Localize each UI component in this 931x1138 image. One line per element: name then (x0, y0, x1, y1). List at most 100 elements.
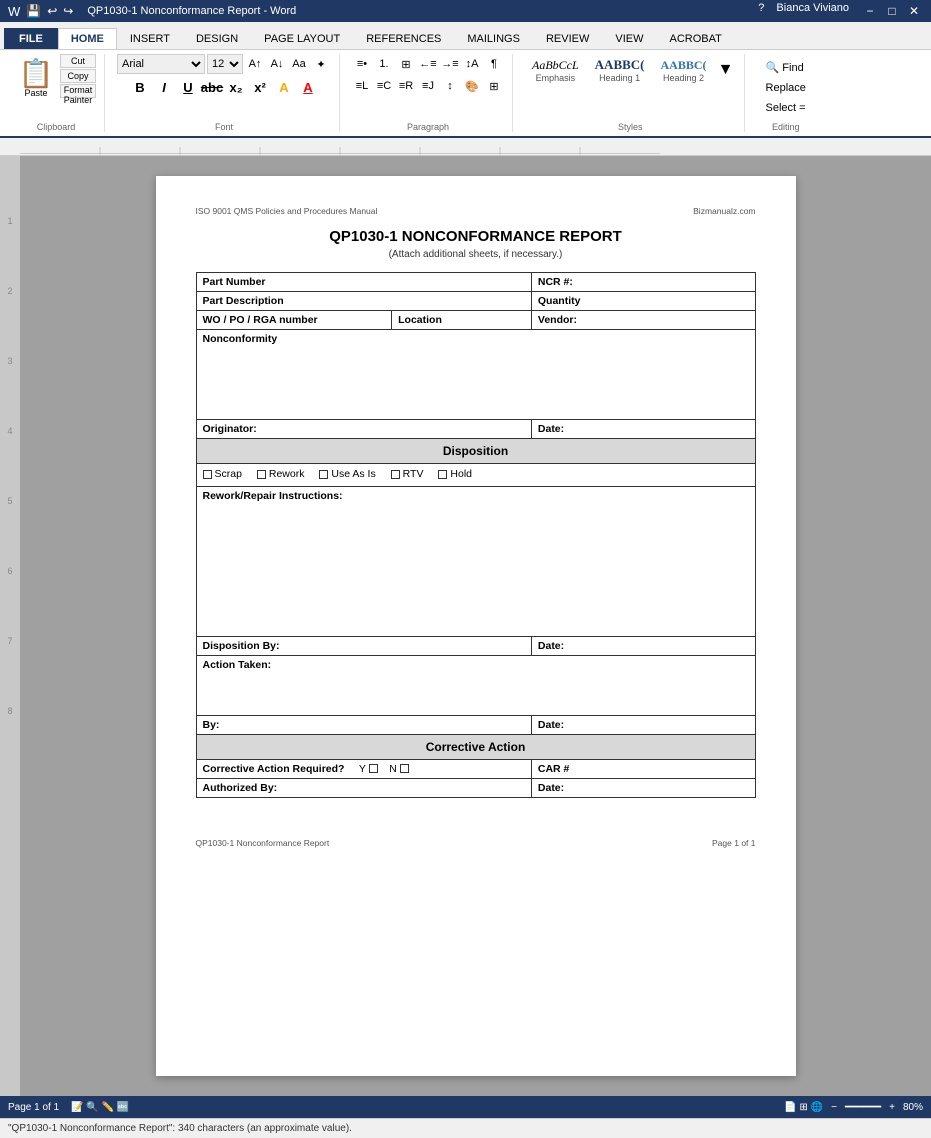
quantity-label: Quantity (531, 292, 755, 311)
tab-design[interactable]: DESIGN (183, 28, 251, 49)
style-heading1-preview: AABBC( (595, 57, 645, 73)
align-left-button[interactable]: ≡L (352, 76, 372, 96)
change-case-button[interactable]: Aa (289, 54, 309, 74)
subscript-button[interactable]: x₂ (225, 76, 247, 98)
no-checkbox[interactable] (400, 764, 409, 773)
italic-button[interactable]: I (153, 76, 175, 98)
format-painter-button[interactable]: Format Painter (60, 84, 96, 98)
font-family-select[interactable]: Arial (117, 54, 205, 74)
cut-button[interactable]: Cut (60, 54, 96, 68)
rework-checkbox[interactable] (257, 470, 266, 479)
close-button[interactable]: ✕ (905, 2, 923, 20)
title-text: QP1030-1 Nonconformance Report - Word (87, 5, 296, 17)
header-right: Bizmanualz.com (693, 206, 755, 216)
help-icon[interactable]: ? (758, 2, 764, 20)
yes-checkbox[interactable] (369, 764, 378, 773)
quick-access-save[interactable]: 💾 (26, 4, 41, 18)
tab-home[interactable]: HOME (58, 28, 117, 49)
vendor-label: Vendor: (531, 311, 755, 330)
scrap-checkbox[interactable] (203, 470, 212, 479)
quick-access-redo[interactable]: ↪ (63, 4, 73, 18)
table-row: Nonconformity (196, 330, 755, 420)
align-right-button[interactable]: ≡R (396, 76, 416, 96)
action-taken-label: Action Taken: (196, 655, 755, 715)
style-heading2-preview: AABBC( (661, 58, 707, 73)
style-heading1[interactable]: AABBC( Heading 1 (588, 54, 652, 86)
increase-indent-button[interactable]: →≡ (440, 54, 460, 74)
find-button[interactable]: 🔍 Find (757, 58, 815, 77)
clipboard-small-buttons: Cut Copy Format Painter (60, 54, 96, 104)
tab-pagelayout[interactable]: PAGE LAYOUT (251, 28, 353, 49)
line-spacing-button[interactable]: ↕ (440, 76, 460, 96)
borders-button[interactable]: ⊞ (484, 76, 504, 96)
corrective-action-header-row: Corrective Action (196, 734, 755, 759)
para-row-2: ≡L ≡C ≡R ≡J ↕ 🎨 ⊞ (352, 76, 504, 96)
style-emphasis[interactable]: AaBbCcL Emphasis (525, 55, 586, 86)
align-center-button[interactable]: ≡C (374, 76, 394, 96)
shrink-font-button[interactable]: A↓ (267, 54, 287, 74)
numbering-button[interactable]: 1. (374, 54, 394, 74)
ncr-label: NCR #: (531, 273, 755, 292)
paste-button[interactable]: 📋 Paste (16, 54, 56, 104)
strikethrough-button[interactable]: abc (201, 76, 223, 98)
word-count-bar: "QP1030-1 Nonconformance Report": 340 ch… (0, 1118, 931, 1138)
nonconformity-label: Nonconformity (196, 330, 755, 420)
checkboxes-row: Scrap Rework Use As Is RTV (196, 464, 755, 487)
ribbon-body: 📋 Paste Cut Copy Format Painter Clipboar… (0, 50, 931, 138)
page-footer: QP1030-1 Nonconformance Report Page 1 of… (196, 838, 756, 848)
tab-review[interactable]: REVIEW (533, 28, 602, 49)
part-number-label: Part Number (196, 273, 531, 292)
hold-label: Hold (450, 468, 472, 480)
multilevel-button[interactable]: ⊞ (396, 54, 416, 74)
hold-checkbox-item: Hold (438, 468, 472, 480)
copy-button[interactable]: Copy (60, 69, 96, 83)
font-size-select[interactable]: 12 (207, 54, 243, 74)
bold-button[interactable]: B (129, 76, 151, 98)
font-row-2: B I U abc x₂ x² A A (129, 76, 319, 98)
disposition-by-label: Disposition By: (196, 636, 531, 655)
font-color-button[interactable]: A (297, 76, 319, 98)
rtv-checkbox[interactable] (391, 470, 400, 479)
style-heading2[interactable]: AABBC( Heading 2 (654, 55, 714, 86)
replace-button[interactable]: Replace (757, 79, 815, 97)
superscript-button[interactable]: x² (249, 76, 271, 98)
sort-button[interactable]: ↕A (462, 54, 482, 74)
select-button[interactable]: Select = (757, 99, 815, 117)
zoom-slider[interactable]: ━━━━━━ (845, 1102, 881, 1113)
use-as-is-checkbox[interactable] (319, 470, 328, 479)
styles-scroll-button[interactable]: ▼ (716, 60, 736, 80)
corrective-required-cell: Corrective Action Required? Y N (196, 759, 531, 778)
word-logo-icon: W (8, 4, 20, 19)
maximize-button[interactable]: □ (883, 2, 901, 20)
page: ISO 9001 QMS Policies and Procedures Man… (156, 176, 796, 1076)
minimize-button[interactable]: − (861, 2, 879, 20)
clear-format-button[interactable]: ✦ (311, 54, 331, 74)
hold-checkbox[interactable] (438, 470, 447, 479)
zoom-minus-button[interactable]: − (831, 1102, 837, 1113)
tab-acrobat[interactable]: ACROBAT (656, 28, 734, 49)
styles-row: AaBbCcL Emphasis AABBC( Heading 1 AABBC(… (525, 54, 736, 86)
tab-references[interactable]: REFERENCES (353, 28, 454, 49)
footer-right: Page 1 of 1 (712, 838, 755, 848)
corrective-no: N (389, 763, 409, 775)
tab-view[interactable]: VIEW (602, 28, 656, 49)
tab-insert[interactable]: INSERT (117, 28, 183, 49)
originator-label: Originator: (196, 420, 531, 439)
style-heading1-label: Heading 1 (599, 73, 640, 83)
quick-access-undo[interactable]: ↩ (47, 4, 57, 18)
text-highlight-button[interactable]: A (273, 76, 295, 98)
show-hide-button[interactable]: ¶ (484, 54, 504, 74)
zoom-plus-button[interactable]: + (889, 1102, 895, 1113)
shading-button[interactable]: 🎨 (462, 76, 482, 96)
underline-button[interactable]: U (177, 76, 199, 98)
tab-file[interactable]: FILE (4, 28, 58, 49)
bullets-button[interactable]: ≡• (352, 54, 372, 74)
font-row-1: Arial 12 A↑ A↓ Aa ✦ (117, 54, 331, 74)
justify-button[interactable]: ≡J (418, 76, 438, 96)
decrease-indent-button[interactable]: ←≡ (418, 54, 438, 74)
grow-font-button[interactable]: A↑ (245, 54, 265, 74)
rtv-checkbox-item: RTV (391, 468, 424, 480)
header-left: ISO 9001 QMS Policies and Procedures Man… (196, 206, 378, 216)
para-row-1: ≡• 1. ⊞ ←≡ →≡ ↕A ¶ (352, 54, 504, 74)
tab-mailings[interactable]: MAILINGS (454, 28, 533, 49)
